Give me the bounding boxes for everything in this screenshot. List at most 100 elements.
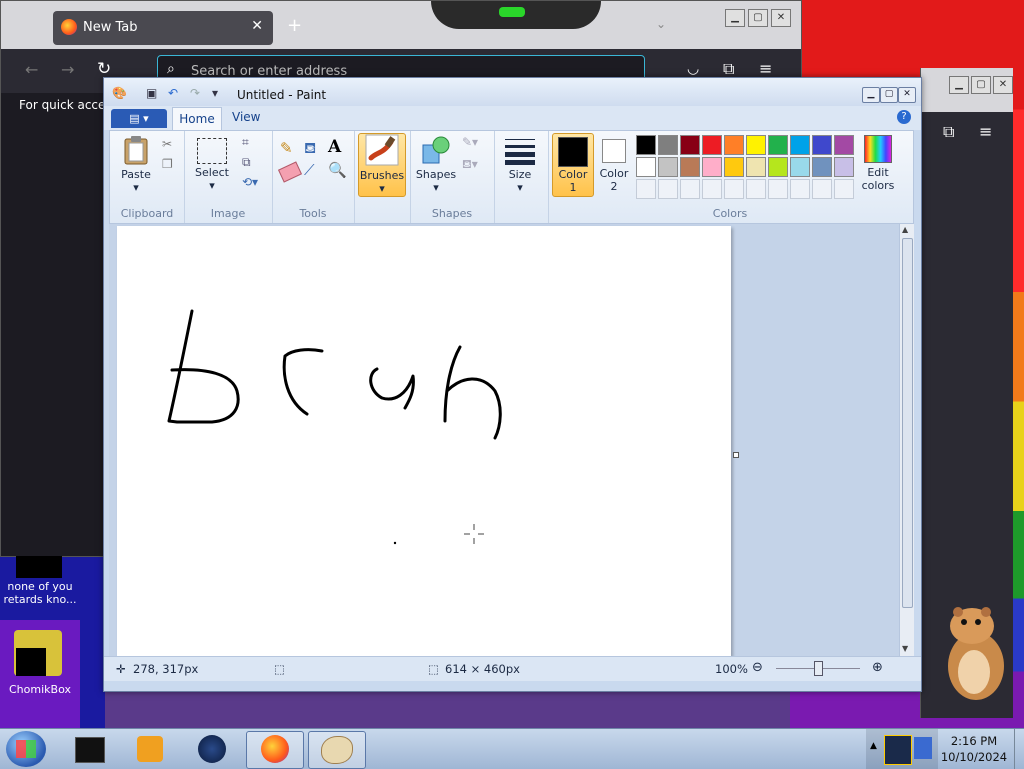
color2-button[interactable]: Color 2 [596,133,632,195]
back-icon[interactable]: ← [25,60,38,79]
palette-swatch[interactable] [834,157,854,177]
pencil-icon[interactable]: ✎ [280,139,300,159]
custom-color-slot[interactable] [812,179,832,199]
redo-icon[interactable]: ↷ [190,86,200,100]
palette-swatch[interactable] [658,135,678,155]
file-menu-button[interactable]: ▤ ▾ [111,109,167,128]
palette-swatch[interactable] [812,157,832,177]
palette-swatch[interactable] [680,157,700,177]
cut-icon[interactable]: ✂ [162,137,182,157]
maximize-button[interactable]: ▢ [748,9,768,27]
tab-view[interactable]: View [232,110,260,124]
desktop-icon-label[interactable]: ChomikBox [0,683,80,696]
rotate-icon[interactable]: ⟲▾ [242,175,262,195]
palette-swatch[interactable] [834,135,854,155]
custom-color-slot[interactable] [834,179,854,199]
palette-swatch[interactable] [768,157,788,177]
copy-icon[interactable]: ❐ [162,157,182,177]
custom-color-slot[interactable] [746,179,766,199]
tray-expand-icon[interactable]: ▲ [870,741,877,751]
palette-swatch[interactable] [790,135,810,155]
tray-volume-icon[interactable] [914,737,932,759]
taskbar-app-terminal[interactable] [62,731,118,767]
desktop-icon-label[interactable]: none of you retards kno... [0,580,80,606]
clock[interactable]: 2:16 PM 10/10/2024 [938,733,1010,765]
new-tab-button[interactable]: + [287,15,302,36]
custom-color-slot[interactable] [768,179,788,199]
custom-color-slot[interactable] [790,179,810,199]
custom-color-slot[interactable] [658,179,678,199]
minimize-button[interactable]: ▁ [949,76,969,94]
select-button[interactable]: Select ▾ [192,135,232,193]
minimize-button[interactable]: ▁ [725,9,745,27]
tab-home[interactable]: Home [172,107,222,131]
magnifier-icon[interactable]: 🔍 [328,161,348,181]
custom-color-slot[interactable] [680,179,700,199]
show-desktop-button[interactable] [1014,729,1024,769]
reload-icon[interactable]: ↻ [97,59,111,79]
fill-shape-icon[interactable]: ⛾▾ [462,157,482,177]
taskbar-app-browser[interactable] [184,731,240,767]
minimize-button[interactable]: ▁ [862,87,880,103]
taskbar-app-media-player[interactable] [122,731,178,767]
taskbar-app-paint[interactable] [308,731,366,769]
close-button[interactable]: ✕ [898,87,916,103]
palette-swatch[interactable] [724,157,744,177]
edit-colors-button[interactable]: Edit colors [856,135,900,195]
custom-color-slot[interactable] [702,179,722,199]
palette-swatch[interactable] [768,135,788,155]
zoom-in-icon[interactable]: ⊕ [872,660,883,675]
custom-color-slot[interactable] [636,179,656,199]
drawing-canvas[interactable] [117,226,731,656]
paint-app-icon[interactable]: 🎨 [112,86,127,100]
palette-swatch[interactable] [790,157,810,177]
scroll-thumb[interactable] [902,238,913,608]
palette-swatch[interactable] [746,157,766,177]
menu-icon[interactable]: ≡ [759,59,772,78]
chomikbox-icon[interactable] [14,630,62,676]
start-button[interactable] [6,731,46,767]
forward-icon[interactable]: → [61,60,74,79]
resize-handle[interactable] [733,452,739,458]
custom-color-slot[interactable] [724,179,744,199]
close-button[interactable]: ✕ [771,9,791,27]
maximize-button[interactable]: ▢ [880,87,898,103]
palette-swatch[interactable] [702,157,722,177]
tab-new-tab[interactable]: New Tab ✕ [53,11,273,45]
eraser-icon[interactable] [277,161,303,183]
shapes-button[interactable]: Shapes ▾ [414,135,458,194]
close-button[interactable]: ✕ [993,76,1013,94]
list-tabs-icon[interactable]: ⌄ [656,17,666,31]
palette-swatch[interactable] [636,135,656,155]
scroll-down-icon[interactable]: ▼ [902,644,908,653]
palette-swatch[interactable] [680,135,700,155]
palette-swatch[interactable] [812,135,832,155]
taskbar-app-firefox[interactable] [246,731,304,769]
palette-swatch[interactable] [636,157,656,177]
menu-icon[interactable]: ≡ [979,122,992,141]
fill-icon[interactable]: ⛾ [304,139,324,159]
color1-button[interactable]: Color 1 [552,133,594,197]
paste-button[interactable]: Paste ▾ [116,135,156,194]
crop-icon[interactable]: ⌗ [242,135,262,155]
outline-icon[interactable]: ✎▾ [462,135,482,155]
extensions-icon[interactable]: ⧉ [943,122,954,142]
desktop-icon-file[interactable] [16,556,62,578]
palette-swatch[interactable] [702,135,722,155]
scroll-up-icon[interactable]: ▲ [902,225,908,234]
text-tool-icon[interactable]: A [328,137,348,157]
palette-swatch[interactable] [724,135,744,155]
pocket-icon[interactable]: ◡ [687,61,699,77]
save-icon[interactable]: ▣ [146,86,157,100]
brushes-button[interactable]: Brushes ▾ [358,133,406,197]
palette-swatch[interactable] [658,157,678,177]
maximize-button[interactable]: ▢ [971,76,991,94]
tab-close-icon[interactable]: ✕ [251,18,263,34]
zoom-out-icon[interactable]: ⊖ [752,660,763,675]
color-picker-icon[interactable]: ⟋ [304,161,324,181]
resize-icon[interactable]: ⧉ [242,155,262,175]
size-button[interactable]: Size ▾ [500,135,540,194]
undo-icon[interactable]: ↶ [168,86,178,100]
help-icon[interactable]: ? [897,110,911,124]
vertical-scrollbar[interactable]: ▲ ▼ [899,224,914,656]
